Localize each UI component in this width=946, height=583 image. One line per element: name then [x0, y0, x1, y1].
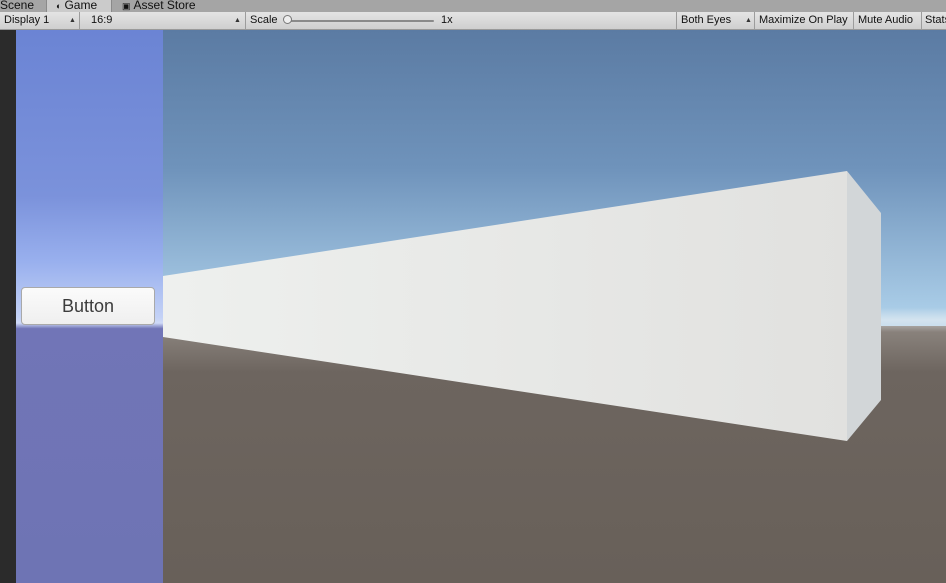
scale-slider-track[interactable]: [288, 20, 434, 22]
dropdown-arrows-icon: ▲: [745, 17, 752, 24]
scale-slider-thumb[interactable]: [283, 15, 292, 24]
display-dropdown[interactable]: Display 1 ▲︎: [0, 12, 80, 29]
tab-scene-label: Scene: [0, 0, 35, 12]
maximize-on-play-label: Maximize On Play: [759, 14, 848, 26]
tab-asset-store[interactable]: ▣ Asset Store: [112, 0, 222, 12]
aspect-ratio-dropdown[interactable]: 16:9 ▲: [84, 12, 246, 29]
mute-audio-label: Mute Audio: [858, 14, 914, 26]
display-dropdown-label: Display 1: [4, 14, 50, 26]
ui-button[interactable]: Button: [21, 287, 155, 325]
mute-audio-toggle[interactable]: Mute Audio: [854, 12, 922, 29]
cube-front-face: [163, 171, 847, 441]
maximize-on-play-toggle[interactable]: Maximize On Play: [755, 12, 854, 29]
scale-value: 1x: [441, 14, 453, 26]
tab-asset-store-label: Asset Store: [133, 0, 196, 12]
game-view-toolbar: Display 1 ▲︎ 16:9 ▲ Scale 1x Both Eyes ▲…: [0, 12, 946, 30]
tab-scene[interactable]: Scene: [0, 0, 44, 12]
cube-side-face: [847, 171, 881, 441]
eyes-dropdown-label: Both Eyes: [681, 14, 732, 26]
stats-toggle[interactable]: Stats: [922, 12, 946, 29]
dropdown-arrows-icon: ▲︎: [69, 17, 76, 24]
eyes-dropdown[interactable]: Both Eyes ▲: [676, 12, 755, 29]
scale-control: Scale 1x: [246, 12, 456, 29]
tab-game[interactable]: ◐ Game: [46, 0, 112, 12]
shopping-bag-icon: ▣: [122, 1, 131, 11]
tab-game-label: Game: [64, 0, 98, 12]
scale-label: Scale: [250, 14, 278, 26]
game-controller-icon: ◐: [56, 1, 62, 11]
aspect-ratio-label: 16:9: [91, 14, 113, 26]
stats-label: Stats: [925, 14, 946, 26]
game-view[interactable]: Button: [0, 30, 946, 583]
dropdown-arrows-icon: ▲: [234, 17, 241, 24]
